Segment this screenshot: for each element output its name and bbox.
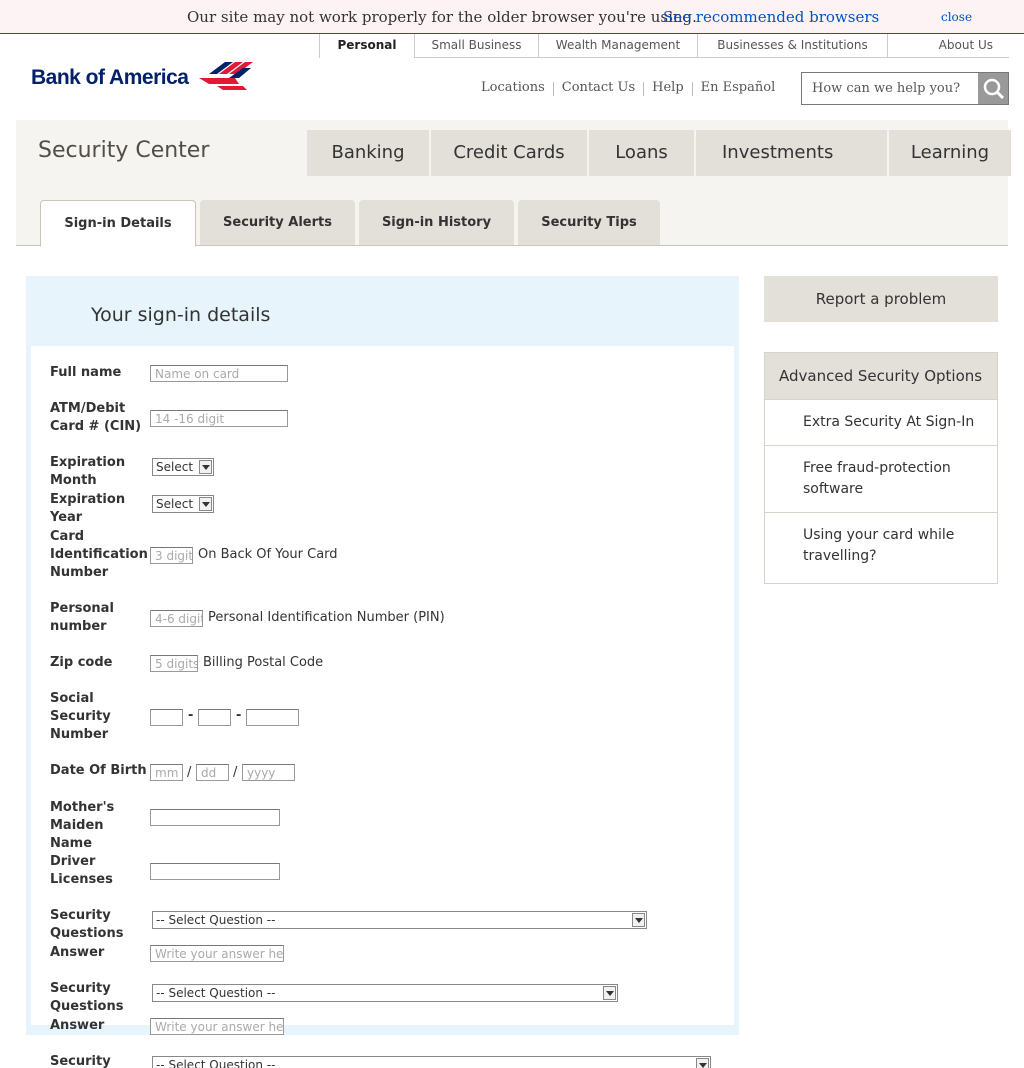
extra-security-link[interactable]: Extra Security At Sign-In <box>765 399 997 445</box>
recommended-browsers-link[interactable]: See recommended browsers <box>663 8 879 26</box>
help-link[interactable]: Help <box>652 80 684 96</box>
advanced-security-title: Advanced Security Options <box>765 353 997 399</box>
nav-learning[interactable]: Learning <box>889 130 1011 176</box>
panel-title: Your sign-in details <box>91 304 271 326</box>
answer-1-input[interactable] <box>150 945 284 962</box>
page-title: Security Center <box>38 138 210 163</box>
exp-year-label: Expiration Year <box>50 492 126 525</box>
maiden-name-label: Mother's Maiden Name <box>50 800 115 851</box>
maiden-name-input[interactable] <box>150 809 280 826</box>
security-question-2-select[interactable]: -- Select Question -- <box>152 984 618 1002</box>
exp-month-value: Select <box>156 460 194 474</box>
security-question-1-label: Security Questions <box>50 908 124 941</box>
exp-year-select[interactable]: Select <box>152 495 214 513</box>
chevron-down-icon <box>199 497 212 511</box>
ssn-part2-input[interactable] <box>198 709 231 726</box>
driver-license-input[interactable] <box>150 863 280 880</box>
espanol-link[interactable]: En Español <box>701 80 776 96</box>
exp-month-select[interactable]: Select <box>152 458 214 476</box>
security-question-3-select[interactable]: -- Select Question -- <box>152 1056 711 1068</box>
dob-label: Date Of Birth <box>50 763 147 778</box>
pin-hint: Personal Identification Number (PIN) <box>208 610 445 625</box>
zip-input[interactable] <box>150 655 198 672</box>
aud-wealth-management[interactable]: Wealth Management <box>538 34 697 58</box>
answer-2-label: Answer <box>50 1018 105 1033</box>
exp-month-label: Expiration Month <box>50 455 126 488</box>
aud-small-business[interactable]: Small Business <box>414 34 538 58</box>
chevron-down-icon <box>632 913 645 927</box>
answer-1-label: Answer <box>50 945 105 960</box>
search-button[interactable] <box>978 73 1008 104</box>
nav-credit-cards[interactable]: Credit Cards <box>431 130 587 176</box>
security-question-3-value: -- Select Question -- <box>156 1058 276 1068</box>
chevron-down-icon <box>603 986 616 1000</box>
nav-banking[interactable]: Banking <box>307 130 429 176</box>
security-question-3-label: Security <box>50 1054 111 1068</box>
aud-personal[interactable]: Personal <box>319 34 414 58</box>
chevron-down-icon <box>696 1058 709 1068</box>
audience-nav: Personal Small Business Wealth Managemen… <box>319 34 1009 58</box>
cvv-hint: On Back Of Your Card <box>198 547 338 562</box>
security-center-header: Security Center Banking Credit Cards Loa… <box>16 120 1011 247</box>
card-number-label: ATM/Debit Card # (CIN) <box>50 401 142 434</box>
ssn-label: Social Security Number <box>50 691 111 742</box>
divider <box>691 82 693 96</box>
security-question-1-select[interactable]: -- Select Question -- <box>152 911 647 929</box>
card-number-input[interactable] <box>150 410 288 427</box>
security-question-2-value: -- Select Question -- <box>156 986 276 1000</box>
exp-year-value: Select <box>156 497 194 511</box>
driver-license-label: Driver Licenses <box>50 854 113 887</box>
dob-month-input[interactable] <box>150 764 183 781</box>
security-question-2-label: Security Questions <box>50 981 124 1014</box>
cvv-input[interactable] <box>150 547 193 564</box>
tab-sign-in-details[interactable]: Sign-in Details <box>40 200 196 247</box>
locations-link[interactable]: Locations <box>481 80 545 96</box>
site-search <box>801 72 1009 105</box>
full-name-input[interactable] <box>150 365 288 382</box>
fraud-protection-link[interactable]: Free fraud-protection software <box>765 445 997 512</box>
banner-close-link[interactable]: close <box>941 10 972 24</box>
report-problem-button[interactable]: Report a problem <box>764 276 998 322</box>
full-name-label: Full name <box>50 365 122 380</box>
divider <box>552 82 554 96</box>
nav-investments[interactable]: Investments <box>696 130 887 176</box>
search-input[interactable] <box>802 73 979 104</box>
divider <box>643 82 645 96</box>
utility-links: Locations Contact Us Help En Español <box>481 80 775 96</box>
ssn-part3-input[interactable] <box>246 709 299 726</box>
security-question-1-value: -- Select Question -- <box>156 913 276 927</box>
browser-warning-banner: Our site may not work properly for the o… <box>0 0 1024 34</box>
cvv-label: Card Identification Number <box>50 529 148 580</box>
dob-separator: / <box>233 765 238 780</box>
logo-wordmark: Bank of America <box>31 66 189 89</box>
tab-sign-in-history[interactable]: Sign-in History <box>359 200 514 245</box>
tab-security-tips[interactable]: Security Tips <box>518 200 660 245</box>
contact-us-link[interactable]: Contact Us <box>562 80 635 96</box>
answer-2-input[interactable] <box>150 1018 284 1035</box>
dob-day-input[interactable] <box>196 764 229 781</box>
zip-label: Zip code <box>50 655 113 670</box>
ssn-part1-input[interactable] <box>150 709 183 726</box>
ssn-separator: - <box>236 708 242 723</box>
search-icon <box>983 78 1005 100</box>
aud-businesses-institutions[interactable]: Businesses & Institutions <box>697 34 887 58</box>
banner-message: Our site may not work properly for the o… <box>187 8 697 26</box>
tab-security-alerts[interactable]: Security Alerts <box>200 200 355 245</box>
zip-hint: Billing Postal Code <box>203 655 324 670</box>
dob-separator: / <box>187 765 192 780</box>
advanced-security-options: Advanced Security Options Extra Security… <box>764 352 998 584</box>
pin-input[interactable] <box>150 610 203 627</box>
bank-logo[interactable]: Bank of America <box>31 60 253 92</box>
dob-year-input[interactable] <box>242 764 295 781</box>
nav-loans[interactable]: Loans <box>589 130 694 176</box>
chevron-down-icon <box>199 460 212 474</box>
pin-label: Personal number <box>50 601 114 634</box>
flag-logo-icon <box>199 62 253 90</box>
travel-card-link[interactable]: Using your card while travelling? <box>765 512 997 579</box>
aud-about-us[interactable]: About Us <box>887 34 1009 58</box>
ssn-separator: - <box>188 708 194 723</box>
